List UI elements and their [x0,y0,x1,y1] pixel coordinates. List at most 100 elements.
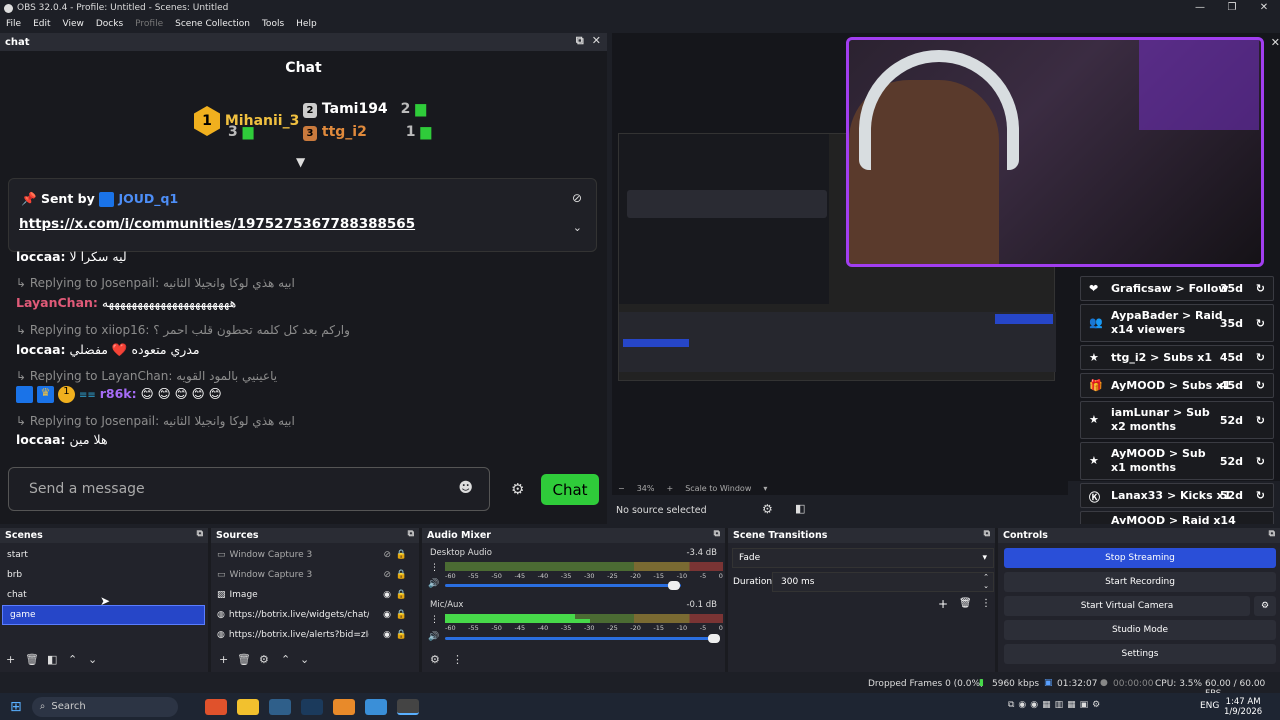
start-recording-button[interactable]: Start Recording [1004,572,1276,592]
file-explorer-icon[interactable] [236,698,259,715]
undock-icon[interactable]: ⧉ [576,34,584,48]
collapse-icon[interactable]: ▼ [296,155,305,169]
lock-icon[interactable]: 🔒 [396,570,407,580]
undock-icon[interactable]: ⧉ [408,529,414,539]
steam-icon[interactable] [300,698,323,715]
source-item[interactable]: ◍https://botrix.live/alerts?bid=zIgUa ◉ 🔒 [211,625,419,645]
replay-icon[interactable]: ↻ [1256,317,1265,330]
zoom-out-icon[interactable]: − [618,484,625,493]
undock-icon[interactable]: ⧉ [1269,529,1275,539]
start-virtual-camera-button[interactable]: Start Virtual Camera [1004,596,1250,616]
source-properties-icon[interactable]: ⚙ [762,502,773,516]
menu-help[interactable]: Help [290,19,323,29]
undock-icon[interactable]: ⧉ [714,529,720,539]
brave-icon[interactable] [204,698,227,715]
undock-icon[interactable]: ⧉ [984,529,990,539]
channel-menu-icon[interactable]: ⋮ [430,615,439,625]
visible-icon[interactable]: ◉ [383,630,391,640]
lock-icon[interactable]: 🔒 [396,550,407,560]
remove-scene-icon[interactable]: 🗑 [25,653,39,666]
tray-icons[interactable]: ⧉◉◉▦▥▦▣⚙ [1008,700,1104,710]
slider-handle[interactable] [668,581,680,590]
app-icon[interactable] [364,698,387,715]
replay-icon[interactable]: ↻ [1256,351,1265,364]
source-item[interactable]: ▨ Image ◉ 🔒 [211,585,419,605]
transition-menu-icon[interactable]: ⋮ [981,598,991,609]
close-icon[interactable]: ✕ [1248,0,1280,16]
visible-icon[interactable]: ◉ [383,590,391,600]
chat-send-button[interactable]: Chat [541,474,599,505]
lock-icon[interactable]: 🔒 [396,590,407,600]
expand-icon[interactable]: ⌄ [573,221,582,234]
settings-gear-icon[interactable]: ⚙ [511,480,524,498]
remove-source-icon[interactable]: 🗑 [237,653,251,666]
mixer-advanced-icon[interactable]: ⚙ [430,653,440,666]
menu-tools[interactable]: Tools [256,19,290,29]
dock-close-icon[interactable]: ✕ [592,34,601,48]
stop-streaming-button[interactable]: Stop Streaming [1004,548,1276,568]
source-settings-icon[interactable]: ⚙ [259,653,269,666]
desktop-volume-slider[interactable] [445,584,681,587]
move-up-icon[interactable]: ⌃ [68,653,77,666]
remove-transition-icon[interactable]: 🗑 [959,598,972,609]
replay-icon[interactable]: ↻ [1256,379,1265,392]
menu-view[interactable]: View [57,19,90,29]
menu-profile[interactable]: Profile [129,19,169,29]
source-item[interactable]: ◍ https://botrix.live/widgets/chat/?bi ◉ 🔒 [211,605,419,625]
clock[interactable]: 1:47 AM 1/9/2026 [1224,697,1262,717]
app-icon[interactable] [332,698,355,715]
taskbar-search[interactable]: ⌕ Search [31,696,178,717]
move-down-icon[interactable]: ⌄ [300,653,309,666]
chat-input[interactable]: Send a message ☻ [8,467,490,511]
add-scene-icon[interactable]: + [6,653,15,666]
source-filters-icon[interactable]: ◧ [795,502,805,515]
chevron-down-icon[interactable]: ▾ [763,484,767,493]
transition-select[interactable]: Fade ▾ [732,548,994,568]
spinner-icon[interactable]: ⌃ ⌄ [983,573,989,591]
menu-docks[interactable]: Docks [90,19,129,29]
move-down-icon[interactable]: ⌄ [88,653,97,666]
scale-select[interactable]: Scale to Window [685,484,751,493]
menu-edit[interactable]: Edit [27,19,56,29]
minimize-icon[interactable]: — [1184,0,1216,16]
hidden-icon[interactable]: ⊘ [383,550,391,560]
channel-menu-icon[interactable]: ⋮ [430,563,439,573]
zoom-in-icon[interactable]: + [666,484,673,493]
speaker-icon[interactable]: 🔊 [428,632,439,642]
add-source-icon[interactable]: + [219,653,228,666]
duration-input[interactable]: 300 ms ⌃ ⌄ [772,572,994,592]
pinned-link[interactable]: https://x.com/i/communities/197527536778… [19,216,415,232]
hide-icon[interactable]: ⊘ [572,191,582,205]
scene-item-brb[interactable]: brb [0,565,208,585]
language-indicator[interactable]: ENG [1200,701,1219,711]
replay-icon[interactable]: ↻ [1256,414,1265,427]
maximize-icon[interactable]: ❐ [1216,0,1248,16]
studio-mode-button[interactable]: Studio Mode [1004,620,1276,640]
mixer-menu-icon[interactable]: ⋮ [452,653,463,666]
source-item[interactable]: ▭ Window Capture 3 ⊘ 🔒 [211,545,419,565]
speaker-icon[interactable]: 🔊 [428,579,439,589]
virtual-camera-settings-icon[interactable]: ⚙ [1254,596,1276,616]
visible-icon[interactable]: ◉ [383,610,391,620]
source-item[interactable]: ▭ Window Capture 3 ⊘ 🔒 [211,565,419,585]
windows-start-icon[interactable]: ⊞ [10,699,22,715]
menu-file[interactable]: File [0,19,27,29]
xbox-icon[interactable] [268,698,291,715]
settings-button[interactable]: Settings [1004,644,1276,664]
lock-icon[interactable]: 🔒 [396,630,407,640]
replay-icon[interactable]: ↻ [1256,489,1265,502]
undock-icon[interactable]: ⧉ [197,529,203,539]
add-transition-icon[interactable]: + [938,597,948,611]
menu-scene-collection[interactable]: Scene Collection [169,19,256,29]
hidden-icon[interactable]: ⊘ [383,570,391,580]
scene-item-start[interactable]: start [0,545,208,565]
replay-icon[interactable]: ↻ [1256,455,1265,468]
replay-icon[interactable]: ↻ [1256,282,1265,295]
obs-icon[interactable] [396,698,419,715]
slider-handle[interactable] [708,634,720,643]
scene-item-game[interactable]: game [2,605,205,625]
move-up-icon[interactable]: ⌃ [281,653,290,666]
emoji-icon[interactable]: ☻ [458,480,473,496]
scene-filters-icon[interactable]: ◧ [47,653,57,666]
preview-close-icon[interactable]: ✕ [1271,36,1280,49]
